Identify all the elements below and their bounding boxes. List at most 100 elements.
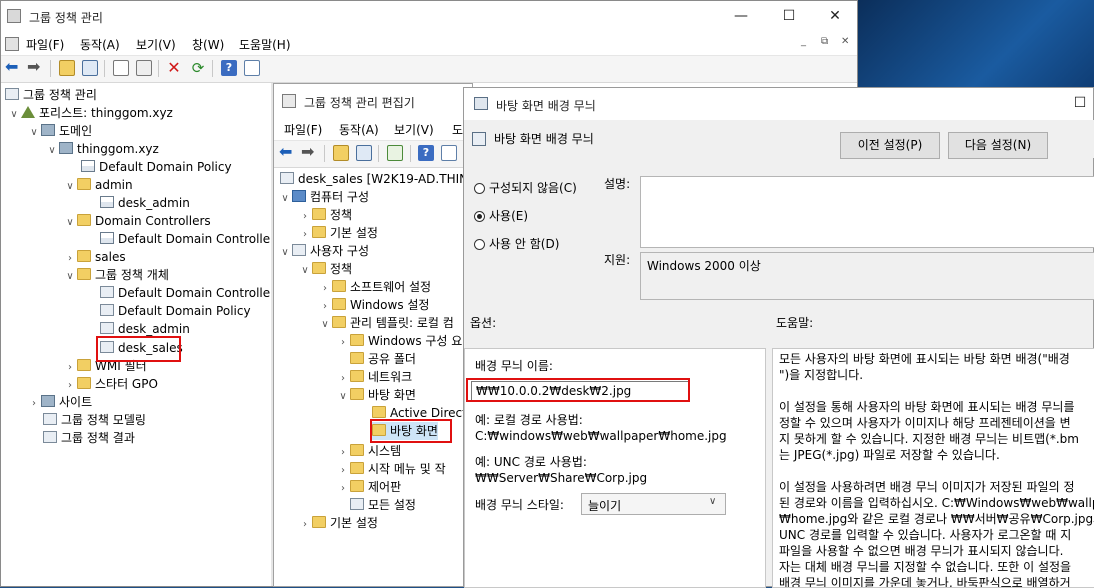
chevron-down-icon[interactable]: ∨ xyxy=(336,388,350,406)
tree-item-computer-preferences[interactable]: › 기본 설정 xyxy=(298,224,378,242)
help-icon[interactable]: ? xyxy=(221,60,237,76)
mdi-minimize-button[interactable]: _ xyxy=(801,36,806,47)
dialog-maximize-button[interactable]: ☐ xyxy=(1058,92,1094,114)
tree-item-user-config[interactable]: ∨ 사용자 구성 xyxy=(278,242,369,260)
tree-item-shared-folders[interactable]: 공유 폴더 xyxy=(350,350,416,368)
forward-arrow-icon[interactable]: ➡ xyxy=(27,59,43,75)
tree-item-gp-modeling[interactable]: 그룹 정책 모델링 xyxy=(43,411,146,429)
radio-not-configured[interactable]: 구성되지 않음(C) xyxy=(474,179,577,196)
tree-item-windows-settings[interactable]: › Windows 설정 xyxy=(318,296,429,314)
tree-label: 스타터 GPO xyxy=(95,377,158,391)
radio-enabled[interactable]: 사용(E) xyxy=(474,207,528,224)
tree-item-domain-controllers-ou[interactable]: ∨ Domain Controllers xyxy=(63,212,211,230)
chevron-down-icon[interactable]: ∨ xyxy=(7,106,21,124)
tree-item-start-menu[interactable]: › 시작 메뉴 및 작 xyxy=(336,460,446,478)
radio-button[interactable] xyxy=(474,183,485,194)
close-button[interactable]: ✕ xyxy=(813,5,857,27)
radio-button[interactable] xyxy=(474,211,485,222)
tree-item-admin-templates[interactable]: ∨ 관리 템플릿: 로컬 컴 xyxy=(318,314,454,332)
gpme-menu-view[interactable]: 보기(V) xyxy=(394,121,434,138)
tree-item-network[interactable]: › 네트워크 xyxy=(336,368,412,386)
wallpaper-style-select[interactable]: 늘이기 ∨ xyxy=(581,493,726,515)
chevron-right-icon[interactable]: › xyxy=(336,480,350,498)
tree-item-admin-ou[interactable]: ∨ admin xyxy=(63,176,133,194)
tree-item-domains[interactable]: ∨ 도메인 xyxy=(27,122,92,140)
tree-item-user-preferences[interactable]: › 기본 설정 xyxy=(298,514,378,532)
forward-arrow-icon[interactable]: ➡ xyxy=(301,144,317,160)
tree-item-obj-dc-policy[interactable]: Default Domain Controllers xyxy=(100,284,271,302)
menu-action[interactable]: 동작(A) xyxy=(80,36,120,53)
previous-setting-button[interactable]: 이전 설정(P) xyxy=(840,132,940,159)
chevron-down-icon[interactable]: ∨ xyxy=(63,214,77,232)
gpme-menu-action[interactable]: 동작(A) xyxy=(339,121,379,138)
tree-item-software-settings[interactable]: › 소프트웨어 설정 xyxy=(318,278,431,296)
tree-item-system[interactable]: › 시스템 xyxy=(336,442,401,460)
gpme-menu-more[interactable]: 도 xyxy=(452,121,463,138)
chevron-right-icon[interactable]: › xyxy=(27,395,41,413)
tree-item-default-domain-policy-link[interactable]: Default Domain Policy xyxy=(81,158,232,176)
tree-item-gpo-root[interactable]: desk_sales [W2K19-AD.THINGG xyxy=(280,170,472,188)
menu-window[interactable]: 창(W) xyxy=(192,36,224,53)
properties-icon[interactable] xyxy=(244,60,260,76)
tree-label: Default Domain Policy xyxy=(99,160,232,174)
tree-item-gpo-objects[interactable]: ∨ 그룹 정책 개체 xyxy=(63,266,169,284)
tree-item-windows-components[interactable]: › Windows 구성 요 xyxy=(336,332,462,350)
help-icon[interactable]: ? xyxy=(418,145,434,161)
chevron-down-icon[interactable]: ∨ xyxy=(278,190,292,208)
radio-disabled[interactable]: 사용 안 함(D) xyxy=(474,235,559,252)
tree-item-desk-admin-link[interactable]: desk_admin xyxy=(100,194,190,212)
tree-item-obj-default-policy[interactable]: Default Domain Policy xyxy=(100,302,251,320)
tree-item-forest[interactable]: ∨ 포리스트: thinggom.xyz xyxy=(7,104,173,122)
properties-icon[interactable] xyxy=(441,145,457,161)
chevron-down-icon[interactable]: ∨ xyxy=(298,262,312,280)
chevron-down-icon[interactable]: ∨ xyxy=(63,178,77,196)
chevron-down-icon[interactable]: ∨ xyxy=(63,268,77,286)
folder-icon xyxy=(77,377,91,389)
back-arrow-icon[interactable]: ⬅ xyxy=(279,144,295,160)
copy-icon[interactable] xyxy=(113,60,129,76)
menu-view[interactable]: 보기(V) xyxy=(136,36,176,53)
tree-item-domain[interactable]: ∨ thinggom.xyz xyxy=(45,140,159,158)
paste-icon[interactable] xyxy=(136,60,152,76)
maximize-button[interactable]: ☐ xyxy=(767,5,811,27)
menu-help[interactable]: 도움말(H) xyxy=(239,36,291,53)
gpme-titlebar[interactable]: 그룹 정책 관리 편집기 xyxy=(274,84,472,116)
gpm-titlebar[interactable]: 그룹 정책 관리 — ☐ ✕ xyxy=(1,1,857,32)
tree-item-desktop[interactable]: ∨ 바탕 화면 xyxy=(336,386,416,404)
chevron-right-icon[interactable]: › xyxy=(336,334,350,352)
gpme-menu-file[interactable]: 파일(F) xyxy=(284,121,322,138)
mdi-restore-button[interactable]: ⧉ xyxy=(821,36,828,47)
chevron-right-icon[interactable]: › xyxy=(298,516,312,534)
back-arrow-icon[interactable]: ⬅ xyxy=(5,59,21,75)
show-hide-tree-icon[interactable] xyxy=(356,145,372,161)
next-setting-button[interactable]: 다음 설정(N) xyxy=(948,132,1048,159)
up-folder-icon[interactable] xyxy=(59,60,75,76)
chevron-down-icon[interactable]: ∨ xyxy=(278,244,292,262)
chevron-down-icon[interactable]: ∨ xyxy=(27,124,41,142)
tree-item-control-panel[interactable]: › 제어판 xyxy=(336,478,401,496)
tree-item-computer-policies[interactable]: › 정책 xyxy=(298,206,352,224)
refresh-icon[interactable]: ⟳ xyxy=(190,60,206,76)
chevron-down-icon[interactable]: ∨ xyxy=(45,142,59,160)
tree-item-starter-gpo[interactable]: › 스타터 GPO xyxy=(63,375,158,393)
delete-icon[interactable]: ✕ xyxy=(166,60,182,76)
show-hide-tree-icon[interactable] xyxy=(82,60,98,76)
chevron-down-icon[interactable]: ∨ xyxy=(318,316,332,334)
dialog-titlebar[interactable]: 바탕 화면 배경 무늬 ☐ xyxy=(464,88,1093,120)
gpme-window-title: 그룹 정책 관리 편집기 xyxy=(304,96,415,110)
tree-item-sales-ou[interactable]: › sales xyxy=(63,248,126,266)
up-folder-icon[interactable] xyxy=(333,145,349,161)
tree-item-all-settings[interactable]: 모든 설정 xyxy=(350,496,416,514)
radio-button[interactable] xyxy=(474,239,485,250)
tree-item-gp-results[interactable]: 그룹 정책 결과 xyxy=(43,429,135,447)
menu-file[interactable]: 파일(F) xyxy=(26,36,64,53)
mdi-close-button[interactable]: ✕ xyxy=(841,36,849,47)
comment-textarea[interactable] xyxy=(640,176,1094,248)
tree-item-sites[interactable]: › 사이트 xyxy=(27,393,92,411)
minimize-button[interactable]: — xyxy=(719,5,763,27)
tree-item-computer-config[interactable]: ∨ 컴퓨터 구성 xyxy=(278,188,369,206)
export-list-icon[interactable] xyxy=(387,145,403,161)
tree-item-dc-policy-link[interactable]: Default Domain Controllers xyxy=(100,230,271,248)
tree-item-gpm-root[interactable]: 그룹 정책 관리 xyxy=(5,86,97,104)
tree-item-user-policies[interactable]: ∨ 정책 xyxy=(298,260,352,278)
